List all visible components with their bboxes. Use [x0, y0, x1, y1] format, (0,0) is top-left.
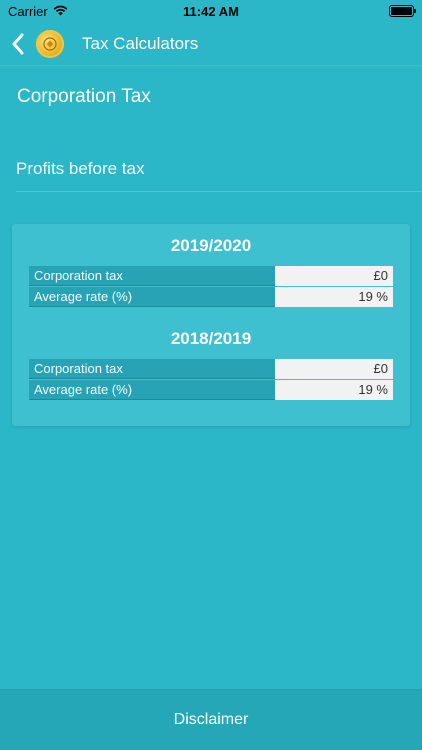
- status-left: Carrier: [8, 4, 68, 19]
- row-label: Corporation tax: [29, 359, 275, 379]
- results-card: 2019/2020 Corporation tax £0 Average rat…: [12, 224, 410, 426]
- status-bar: Carrier 11:42 AM: [0, 0, 422, 22]
- back-button[interactable]: [0, 22, 36, 66]
- row-label: Average rate (%): [29, 287, 275, 307]
- result-row-average-rate: Average rate (%) 19 %: [29, 380, 393, 400]
- year-block-2019-2020: 2019/2020 Corporation tax £0 Average rat…: [12, 236, 410, 307]
- nav-title: Tax Calculators: [82, 33, 199, 53]
- year-title: 2019/2020: [170, 236, 252, 255]
- result-row-average-rate: Average rate (%) 19 %: [29, 287, 393, 307]
- app-logo: [36, 29, 64, 58]
- result-row-corporation-tax: Corporation tax £0: [29, 359, 393, 379]
- row-value: £0: [275, 266, 393, 286]
- page-title: Corporation Tax: [17, 86, 151, 107]
- chevron-left-icon: [12, 33, 24, 54]
- battery-icon: [389, 5, 416, 17]
- year-title: 2018/2019: [170, 329, 252, 348]
- year-block-2018-2019: 2018/2019 Corporation tax £0 Average rat…: [12, 329, 410, 400]
- navigation-bar: Tax Calculators: [0, 22, 422, 66]
- carrier-label: Carrier: [8, 3, 48, 19]
- wifi-icon: [53, 4, 68, 19]
- row-label: Corporation tax: [29, 266, 275, 286]
- result-row-corporation-tax: Corporation tax £0: [29, 266, 393, 286]
- disclaimer-button[interactable]: Disclaimer: [0, 689, 422, 750]
- crest-icon: [43, 36, 57, 51]
- profits-input-row: [16, 146, 422, 192]
- row-value: 19 %: [275, 380, 393, 400]
- profits-before-tax-input[interactable]: [16, 158, 422, 179]
- row-value: 19 %: [275, 287, 393, 307]
- battery-level: [391, 7, 412, 15]
- row-label: Average rate (%): [29, 380, 275, 400]
- row-value: £0: [275, 359, 393, 379]
